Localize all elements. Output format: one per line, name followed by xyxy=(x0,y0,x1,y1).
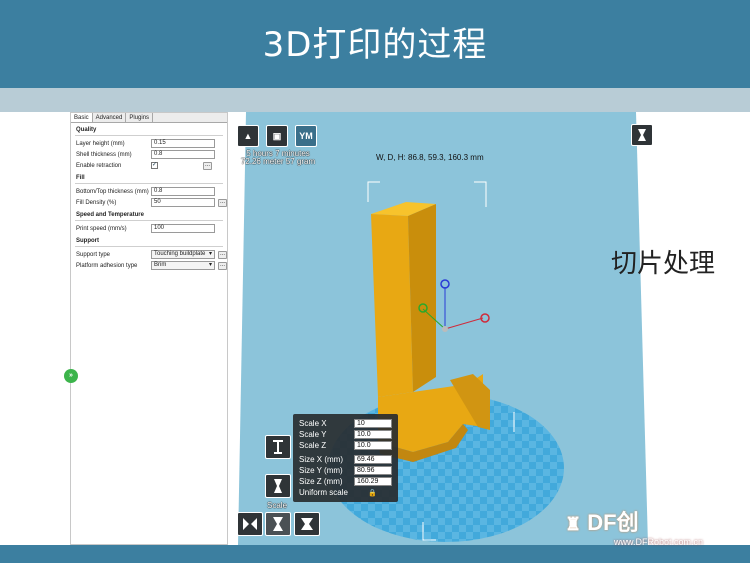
ym-button[interactable]: YM xyxy=(295,125,317,147)
scale-panel: Scale X 10 Scale Y 10.0 Scale Z 10.0 Size X… xyxy=(293,414,398,502)
section-fill-title: Fill xyxy=(76,175,85,181)
support-more-button[interactable]: ... xyxy=(218,250,227,259)
scale-icon xyxy=(274,479,282,493)
scale-x-input[interactable]: 10 xyxy=(354,419,392,428)
divider xyxy=(75,220,223,221)
print-speed-label: Print speed (mm/s) xyxy=(76,225,127,232)
mirror-y-icon xyxy=(273,517,283,531)
support-type-select[interactable]: Touching buildplate xyxy=(151,250,215,259)
shell-thickness-label: Shell thickness (mm) xyxy=(76,151,132,158)
scale-tool-button[interactable] xyxy=(265,474,291,498)
print-info: 5 hours 7 minutes 72.26 meter 57 gram xyxy=(238,150,318,166)
size-x-input[interactable]: 69.46 xyxy=(354,455,392,464)
layer-height-label: Layer height (mm) xyxy=(76,140,125,147)
view-mode-icon xyxy=(638,129,646,141)
adhesion-more-button[interactable]: ... xyxy=(218,261,227,270)
scale-z-input[interactable]: 10.0 xyxy=(354,441,392,450)
scale-z-label: Scale Z xyxy=(299,441,327,450)
divider xyxy=(75,135,223,136)
divider xyxy=(75,183,223,184)
adhesion-label: Platform adhesion type xyxy=(76,262,138,269)
expand-handle-icon[interactable]: » xyxy=(64,369,78,383)
scale-y-input[interactable]: 10.0 xyxy=(354,430,392,439)
retraction-checkbox[interactable]: ✓ xyxy=(151,162,158,169)
mirror-z-button[interactable] xyxy=(294,512,320,536)
bottom-top-label: Bottom/Top thickness (mm) xyxy=(76,188,149,195)
load-model-button[interactable]: ▲ xyxy=(237,125,259,147)
fill-density-row: Fill Density (%) 50 ... xyxy=(71,197,227,208)
mirror-x-icon xyxy=(243,518,257,530)
print-speed-row: Print speed (mm/s) 100 xyxy=(71,223,227,234)
logo-url: www.DFRobot.com.cn xyxy=(614,537,704,547)
rotate-tool-button[interactable] xyxy=(265,435,291,459)
logo-text: DF创 xyxy=(587,510,639,535)
bottom-top-row: Bottom/Top thickness (mm) 0.8 xyxy=(71,186,227,197)
section-quality-title: Quality xyxy=(76,127,97,133)
size-y-label: Size Y (mm) xyxy=(299,466,343,475)
model-dimensions: W, D, H: 86.8, 59.3, 160.3 mm xyxy=(376,153,484,162)
tab-plugins[interactable]: Plugins xyxy=(126,113,154,122)
retraction-row: Enable retraction ✓ ... xyxy=(71,160,227,171)
slide: 3D打印的过程 Basic Advanced Plugins Quality L… xyxy=(0,0,750,563)
size-x-label: Size X (mm) xyxy=(299,455,343,464)
viewport[interactable]: ▲ ▣ YM 5 hours 7 minutes 72.26 meter 57 … xyxy=(228,112,663,545)
size-y-input[interactable]: 80.96 xyxy=(354,466,392,475)
layer-height-input[interactable]: 0.15 xyxy=(151,139,215,148)
dfrobot-logo: ♜ DF创 xyxy=(565,505,639,537)
view-mode-button[interactable] xyxy=(631,124,653,146)
support-type-label: Support type xyxy=(76,251,111,258)
mirror-y-button[interactable] xyxy=(265,512,291,536)
save-icon: ▣ xyxy=(272,130,282,141)
adhesion-select[interactable]: Brim xyxy=(151,261,215,270)
section-speed-title: Speed and Temperature xyxy=(76,212,144,218)
slide-title: 3D打印的过程 xyxy=(262,24,488,65)
retraction-more-button[interactable]: ... xyxy=(203,161,212,170)
shell-thickness-row: Shell thickness (mm) 0.8 xyxy=(71,149,227,160)
scale-x-label: Scale X xyxy=(299,419,327,428)
mirror-z-icon xyxy=(301,518,313,530)
scale-y-label: Scale Y xyxy=(299,430,327,439)
scale-tool-label: Scale xyxy=(267,501,288,510)
print-speed-input[interactable]: 100 xyxy=(151,224,215,233)
lock-icon[interactable]: 🔒 xyxy=(368,489,377,497)
tab-advanced[interactable]: Advanced xyxy=(93,113,127,122)
size-z-label: Size Z (mm) xyxy=(299,477,343,486)
adhesion-row: Platform adhesion type Brim ... xyxy=(71,260,227,271)
fill-more-button[interactable]: ... xyxy=(218,198,227,207)
slicing-caption: 切片处理 xyxy=(611,249,716,279)
layer-height-row: Layer height (mm) 0.15 xyxy=(71,138,227,149)
bottom-top-input[interactable]: 0.8 xyxy=(151,187,215,196)
rotate-icon xyxy=(273,440,283,454)
settings-tabs: Basic Advanced Plugins xyxy=(71,113,227,123)
bottom-band xyxy=(0,545,750,563)
size-z-input[interactable]: 160.29 xyxy=(354,477,392,486)
shell-thickness-input[interactable]: 0.8 xyxy=(151,150,215,159)
divider xyxy=(75,246,223,247)
print-material: 72.26 meter 57 gram xyxy=(240,157,316,166)
retraction-label: Enable retraction xyxy=(76,162,122,169)
fill-density-label: Fill Density (%) xyxy=(76,199,117,206)
title-bar: 3D打印的过程 xyxy=(0,0,750,88)
uniform-scale-label: Uniform scale xyxy=(299,488,348,497)
tab-basic[interactable]: Basic xyxy=(71,113,93,122)
sub-band xyxy=(0,88,750,112)
fill-density-input[interactable]: 50 xyxy=(151,198,215,207)
save-gcode-button[interactable]: ▣ xyxy=(266,125,288,147)
settings-panel: Basic Advanced Plugins Quality Layer hei… xyxy=(70,112,228,545)
robot-icon: ♜ xyxy=(565,514,582,534)
section-support-title: Support xyxy=(76,238,99,244)
load-icon: ▲ xyxy=(243,131,253,141)
support-type-row: Support type Touching buildplate ... xyxy=(71,249,227,260)
ym-label: YM xyxy=(299,131,313,141)
mirror-x-button[interactable] xyxy=(237,512,263,536)
